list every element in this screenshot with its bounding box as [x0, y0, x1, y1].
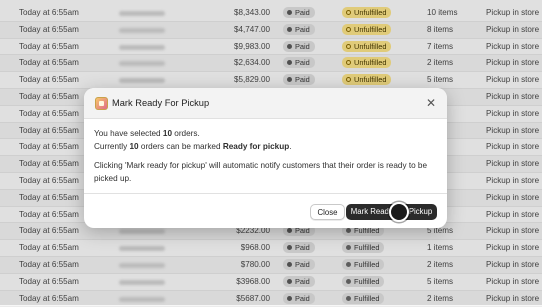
app-icon: [95, 97, 108, 110]
modal-header: Mark Ready For Pickup ✕: [84, 88, 447, 119]
pointer-cursor: [389, 202, 409, 222]
text-part: orders.: [172, 129, 200, 138]
close-icon[interactable]: ✕: [425, 97, 437, 109]
close-button[interactable]: Close: [310, 204, 345, 220]
selected-count: 10: [162, 129, 172, 138]
text-part: Currently: [94, 141, 130, 151]
text-part: .: [289, 141, 292, 151]
status-name: Ready for pickup: [222, 141, 290, 151]
modal-body: You have selected 10 orders. Currently 1…: [94, 128, 439, 185]
notify-notice: Clicking 'Mark ready for pickup' will au…: [94, 161, 428, 183]
selected-orders-text: You have selected 10 orders.: [94, 128, 439, 141]
text-part: orders can be marked: [138, 141, 223, 151]
modal-title: Mark Ready For Pickup: [112, 98, 210, 108]
markable-orders-text: Currently 10 orders can be marked Ready …: [94, 141, 439, 154]
markable-count: 10: [129, 141, 139, 151]
text-part: You have selected: [94, 129, 163, 138]
